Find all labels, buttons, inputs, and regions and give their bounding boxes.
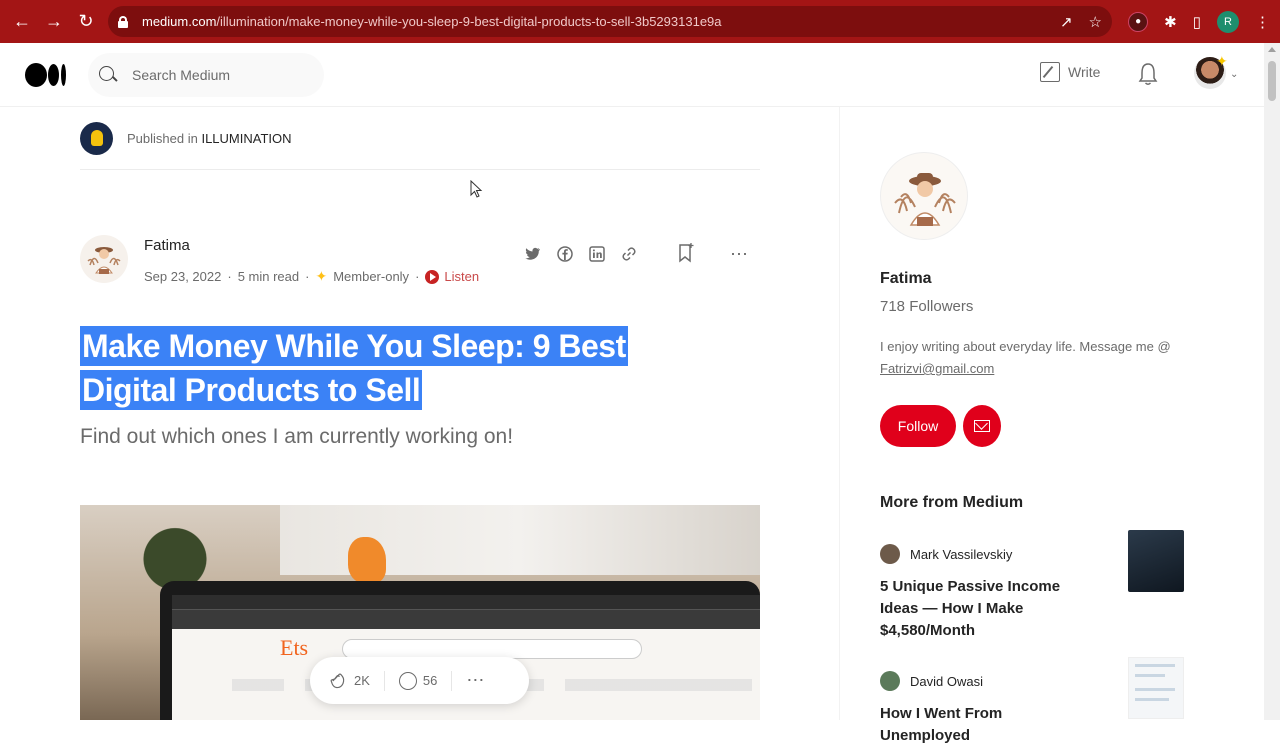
search-placeholder: Search Medium (132, 67, 231, 83)
twitter-icon[interactable] (524, 245, 542, 263)
extension-icon[interactable]: ● (1128, 11, 1149, 32)
bookmark-star-icon[interactable]: ☆ (1089, 13, 1102, 31)
publication-logo[interactable] (80, 121, 113, 155)
search-icon (98, 65, 118, 85)
facebook-icon[interactable] (556, 245, 574, 263)
laptop-menubar (172, 595, 760, 609)
article-title: Make Money While You Sleep: 9 Best Digit… (80, 324, 720, 412)
save-bookmark-icon[interactable] (678, 243, 694, 263)
article-meta: Sep 23, 2022 · 5 min read · ✦ Member-onl… (144, 268, 479, 285)
subscribe-email-button[interactable] (963, 405, 1001, 447)
browser-toolbar: ← → ↻ medium.com/illumination/make-money… (0, 0, 1280, 43)
published-in-label: Published in (127, 130, 198, 146)
listen-label: Listen (444, 269, 480, 284)
floating-action-bar: 2K 56 ⋯ (310, 657, 529, 704)
meta-dot: · (227, 269, 232, 284)
search-input[interactable]: Search Medium (88, 53, 324, 97)
bio-email-link[interactable]: Fatrizvi@gmail.com (880, 361, 994, 376)
comments-button[interactable]: 56 (398, 671, 438, 690)
more-actions-icon[interactable]: ⋯ (466, 670, 484, 691)
publication-name[interactable]: ILLUMINATION (201, 131, 291, 146)
clap-count: 2K (354, 673, 370, 688)
side-panel-icon[interactable]: ▯ (1193, 13, 1201, 31)
publication-text: Published in ILLUMINATION (127, 131, 292, 146)
comment-count: 56 (422, 673, 438, 688)
back-arrow-icon[interactable]: ← (6, 6, 38, 38)
bio-text: I enjoy writing about everyday life. Mes… (880, 339, 1171, 354)
orange-object (348, 537, 386, 583)
scroll-thumb[interactable] (1268, 61, 1276, 101)
comment-icon (398, 671, 417, 690)
lightbulb-icon (90, 130, 103, 146)
sidebar-followers[interactable]: 718 Followers (880, 298, 973, 315)
sidebar-bio: I enjoy writing about everyday life. Mes… (880, 336, 1200, 380)
selected-title-text: Make Money While You Sleep: 9 Best Digit… (80, 326, 628, 410)
envelope-plus-icon (974, 420, 990, 432)
article-subtitle: Find out which ones I am currently worki… (80, 425, 514, 448)
browser-menu-icon[interactable]: ⋮ (1255, 13, 1270, 31)
medium-logo-icon[interactable] (25, 61, 69, 89)
share-icons (524, 245, 638, 263)
read-time: 5 min read (237, 269, 300, 284)
sparkle-icon: ✦ (1216, 53, 1228, 69)
etsy-search-bar (342, 639, 642, 659)
rec-thumbnail[interactable] (1128, 530, 1184, 592)
url-host: medium.com (142, 14, 217, 29)
sidebar-divider (839, 107, 840, 720)
rec-author-name: Mark Vassilevskiy (910, 546, 1013, 562)
write-button[interactable]: Write (1040, 62, 1100, 82)
meta-dot: · (305, 269, 310, 284)
etsy-logo: Ets (280, 635, 309, 660)
author-name[interactable]: Fatima (144, 237, 190, 254)
member-star-icon: ✦ (315, 268, 328, 284)
listen-button[interactable]: Listen (425, 269, 479, 284)
rec-title[interactable]: How I Went From Unemployed (880, 703, 1080, 747)
rec-title[interactable]: 5 Unique Passive Income Ideas — How I Ma… (880, 576, 1080, 642)
notifications-bell-icon[interactable] (1137, 62, 1159, 86)
browser-profile-avatar[interactable]: R (1217, 10, 1239, 33)
recommended-story[interactable]: Mark Vassilevskiy 5 Unique Passive Incom… (880, 530, 1190, 642)
more-from-medium-heading: More from Medium (880, 494, 1024, 511)
write-icon (1040, 62, 1060, 82)
publish-date: Sep 23, 2022 (144, 269, 222, 284)
author-avatar[interactable] (80, 235, 128, 283)
page-scrollbar[interactable] (1264, 43, 1280, 720)
linkedin-icon[interactable] (588, 245, 606, 263)
divider (80, 169, 760, 170)
separator (451, 670, 453, 691)
medium-header: Search Medium Write ✦ ⌄ (0, 43, 1264, 107)
rec-thumbnail[interactable] (1128, 657, 1184, 719)
more-options-icon[interactable]: ⋯ (730, 244, 749, 265)
puzzle-extensions-icon[interactable]: ✱ (1164, 13, 1177, 31)
mouse-cursor-icon (470, 180, 483, 198)
publication-row: Published in ILLUMINATION (80, 120, 292, 156)
rec-author-avatar (880, 544, 900, 564)
separator (383, 670, 385, 691)
copy-link-icon[interactable] (620, 245, 638, 263)
address-bar[interactable]: medium.com/illumination/make-money-while… (108, 6, 1112, 37)
write-label: Write (1068, 64, 1101, 80)
share-page-icon[interactable]: ↗ (1060, 13, 1073, 31)
meta-dot: · (415, 269, 420, 284)
play-icon (425, 269, 440, 284)
laptop-browser-toolbar (172, 609, 760, 629)
recommended-story[interactable]: David Owasi How I Went From Unemployed (880, 657, 1190, 747)
clap-icon (330, 673, 345, 688)
clap-button[interactable]: 2K (328, 671, 370, 691)
rec-author-avatar (880, 671, 900, 691)
follow-button[interactable]: Follow (880, 405, 956, 447)
reload-icon[interactable]: ↻ (70, 6, 102, 38)
rec-author-name: David Owasi (910, 673, 983, 689)
sidebar-author-avatar[interactable] (880, 152, 968, 240)
sidebar-author-name[interactable]: Fatima (880, 270, 932, 288)
chevron-down-icon[interactable]: ⌄ (1230, 69, 1238, 80)
url-path: /illumination/make-money-while-you-sleep… (216, 14, 722, 29)
lock-icon (118, 15, 128, 28)
scroll-up-arrow-icon[interactable] (1268, 47, 1276, 52)
member-only-label: Member-only (333, 269, 410, 284)
forward-arrow-icon[interactable]: → (38, 6, 70, 38)
